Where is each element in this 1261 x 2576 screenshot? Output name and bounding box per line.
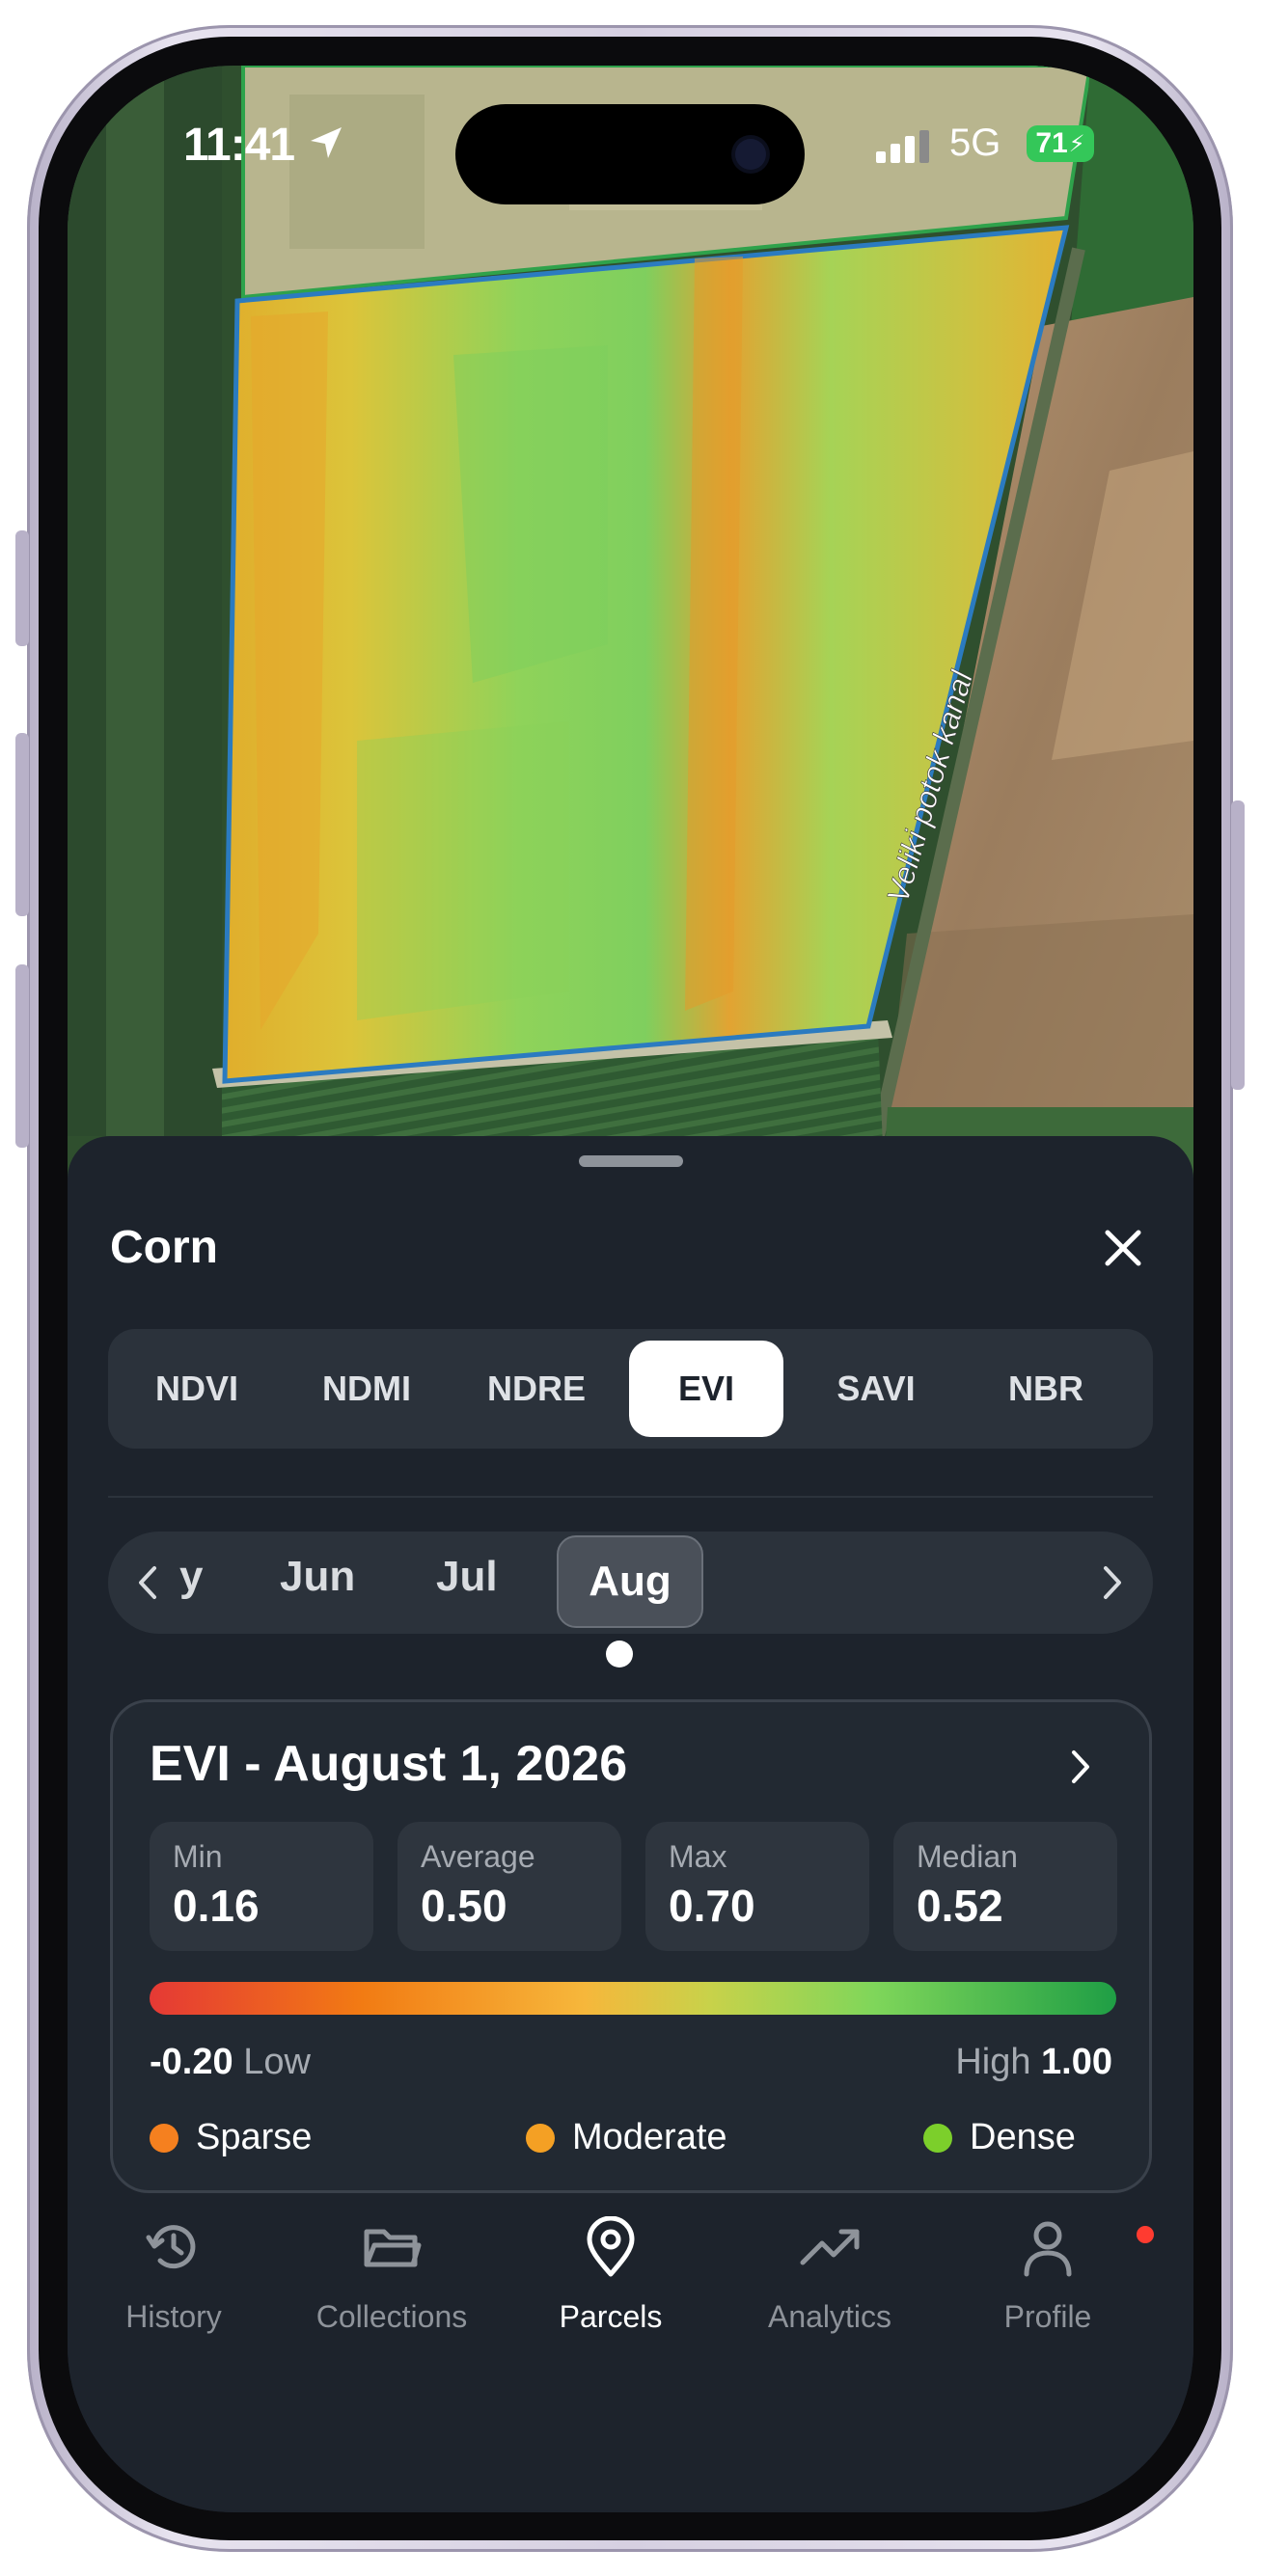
tab-evi[interactable]: EVI bbox=[629, 1341, 783, 1437]
legend-label: Dense bbox=[970, 2117, 1076, 2157]
stat-average: Average 0.50 bbox=[397, 1822, 621, 1951]
tab-analytics[interactable]: Analytics bbox=[724, 2216, 936, 2371]
legend-label: Sparse bbox=[196, 2117, 313, 2157]
tab-ndvi[interactable]: NDVI bbox=[120, 1341, 274, 1437]
month-jun[interactable]: Jun bbox=[280, 1553, 355, 1601]
cellular-signal-icon bbox=[876, 130, 929, 163]
stats-title: EVI - August 1, 2026 bbox=[150, 1736, 628, 1792]
history-icon bbox=[146, 2225, 196, 2269]
chevron-left-icon[interactable] bbox=[135, 1564, 158, 1601]
month-jul[interactable]: Jul bbox=[436, 1553, 498, 1601]
volume-down-button bbox=[15, 964, 29, 1148]
stat-max: Max 0.70 bbox=[645, 1822, 869, 1951]
tab-ndmi[interactable]: NDMI bbox=[289, 1341, 444, 1437]
scale-low-value: -0.20 bbox=[150, 2042, 233, 2082]
tab-label: Parcels bbox=[559, 2299, 663, 2334]
volume-up-button bbox=[15, 733, 29, 916]
battery-indicator: 71 ⚡ bbox=[1027, 125, 1094, 162]
power-button bbox=[1231, 800, 1245, 1090]
stat-label: Max bbox=[669, 1839, 727, 1874]
month-partial[interactable]: y bbox=[179, 1553, 203, 1601]
tab-nbr[interactable]: NBR bbox=[969, 1341, 1123, 1437]
tab-label: Profile bbox=[1003, 2299, 1092, 2334]
tab-history[interactable]: History bbox=[68, 2216, 280, 2371]
bottom-tab-bar: History Collections Parcels Analytics Pr… bbox=[68, 2216, 1193, 2409]
sheet-grabber[interactable] bbox=[579, 1155, 683, 1167]
month-aug-selected[interactable]: Aug bbox=[557, 1535, 703, 1628]
legend-moderate: Moderate bbox=[526, 2117, 727, 2158]
selected-month-indicator bbox=[606, 1641, 633, 1668]
folder-icon bbox=[364, 2229, 422, 2267]
trending-up-icon bbox=[800, 2229, 860, 2265]
status-time: 11:41 bbox=[183, 120, 295, 171]
index-tab-bar: NDVI NDMI NDRE EVI SAVI NBR bbox=[108, 1329, 1153, 1449]
action-button bbox=[15, 530, 29, 646]
legend-dot bbox=[150, 2123, 178, 2153]
tab-label: Collections bbox=[315, 2299, 468, 2334]
legend-dot bbox=[526, 2123, 555, 2153]
tab-collections[interactable]: Collections bbox=[286, 2216, 498, 2371]
location-arrow-icon bbox=[311, 127, 342, 158]
stat-label: Median bbox=[917, 1839, 1018, 1874]
legend-dense: Dense bbox=[923, 2117, 1076, 2158]
battery-level: 71 bbox=[1035, 127, 1068, 159]
profile-notification-badge bbox=[1137, 2226, 1154, 2243]
tab-savi[interactable]: SAVI bbox=[799, 1341, 953, 1437]
chevron-right-icon[interactable] bbox=[1070, 1749, 1093, 1785]
network-type: 5G bbox=[949, 122, 1001, 164]
parcel-title: Corn bbox=[110, 1222, 218, 1273]
stat-label: Average bbox=[421, 1839, 535, 1874]
map-canvas: Veliki potok kanal bbox=[68, 66, 1193, 1261]
dynamic-island bbox=[455, 104, 805, 204]
stat-value: 0.52 bbox=[917, 1881, 1003, 1931]
scale-low-label: Low bbox=[243, 2042, 311, 2082]
scale-low: -0.20 Low bbox=[150, 2042, 311, 2083]
legend-sparse: Sparse bbox=[150, 2117, 312, 2158]
stat-value: 0.50 bbox=[421, 1881, 507, 1931]
scale-high: High 1.00 bbox=[955, 2042, 1112, 2083]
front-camera bbox=[735, 139, 766, 170]
tab-ndre[interactable]: NDRE bbox=[459, 1341, 614, 1437]
section-divider bbox=[108, 1496, 1153, 1498]
tab-label: History bbox=[125, 2299, 222, 2334]
legend-dot bbox=[923, 2123, 952, 2153]
charging-bolt-icon: ⚡ bbox=[1068, 130, 1085, 157]
user-icon bbox=[1024, 2221, 1072, 2277]
stat-value: 0.70 bbox=[669, 1881, 755, 1931]
stats-card[interactable]: EVI - August 1, 2026 Min 0.16 Average 0.… bbox=[110, 1699, 1152, 2193]
stat-median: Median 0.52 bbox=[893, 1822, 1117, 1951]
month-selector: y Jun Jul Aug bbox=[108, 1532, 1153, 1634]
screen: Veliki potok kanal 11:41 5G 71 ⚡ Corn ND… bbox=[68, 66, 1193, 2512]
tab-parcels[interactable]: Parcels bbox=[505, 2216, 717, 2371]
legend-label: Moderate bbox=[572, 2117, 727, 2157]
satellite-map[interactable]: Veliki potok kanal bbox=[68, 66, 1193, 1261]
tab-profile[interactable]: Profile bbox=[942, 2216, 1154, 2371]
scale-high-value: 1.00 bbox=[1041, 2042, 1112, 2082]
stat-label: Min bbox=[173, 1839, 223, 1874]
tab-label: Analytics bbox=[767, 2299, 892, 2334]
stat-min: Min 0.16 bbox=[150, 1822, 373, 1951]
chevron-right-icon[interactable] bbox=[1102, 1564, 1125, 1601]
close-icon[interactable] bbox=[1094, 1219, 1152, 1277]
index-color-scale bbox=[150, 1982, 1116, 2015]
scale-high-label: High bbox=[955, 2042, 1031, 2082]
stat-value: 0.16 bbox=[173, 1881, 260, 1931]
map-pin-icon bbox=[587, 2216, 635, 2277]
